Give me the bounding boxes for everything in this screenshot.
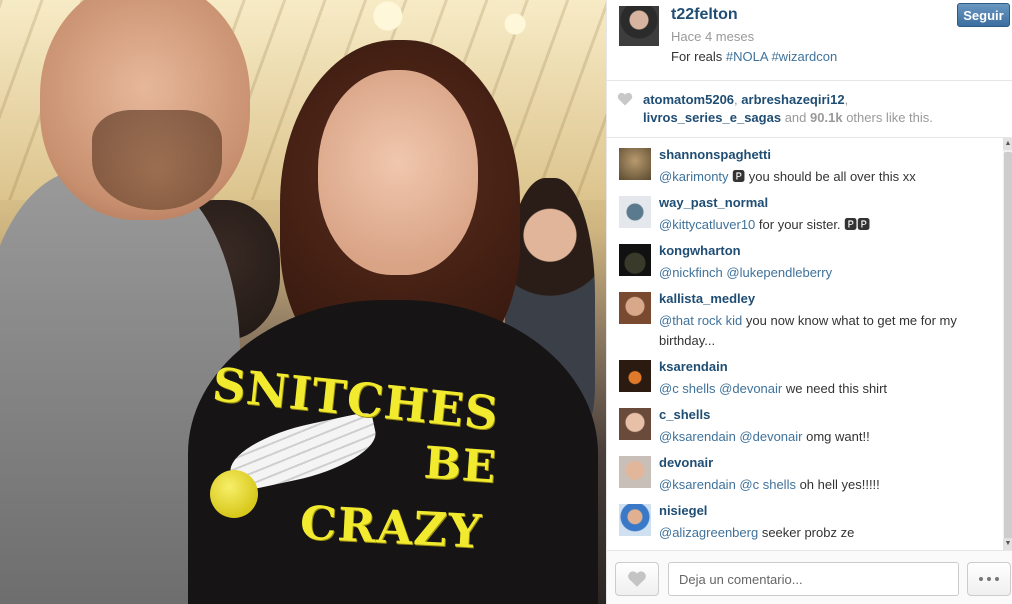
comment-text: @that rock kid you now know what to get … xyxy=(659,311,999,351)
comment-mention[interactable]: @karimonty xyxy=(659,169,729,184)
more-options-button[interactable] xyxy=(967,562,1011,596)
comment-body: 🅿 you should be all over this xx xyxy=(728,169,916,184)
comment-text: @ksarendain @c shells oh hell yes!!!!! xyxy=(659,475,999,495)
comment-body: oh hell yes!!!!! xyxy=(795,477,880,492)
comment-mention[interactable]: @alizagreenberg xyxy=(659,525,758,540)
hashtag-link[interactable]: #wizardcon xyxy=(771,49,837,64)
more-dots-icon xyxy=(979,577,983,581)
divider xyxy=(607,80,1012,81)
comment-text: @nickfinch @lukependleberry xyxy=(659,263,999,283)
likes-count[interactable]: 90.1k xyxy=(810,110,843,125)
heart-icon xyxy=(628,571,646,587)
comment-mention[interactable]: @that rock kid xyxy=(659,313,742,328)
post-timestamp: Hace 4 meses xyxy=(671,29,755,44)
author-username[interactable]: t22felton xyxy=(671,6,738,24)
scroll-up-arrow-icon[interactable]: ▲ xyxy=(1003,138,1012,150)
comment-username[interactable]: shannonspaghetti xyxy=(659,147,771,162)
likes-section: atomatom5206, arbreshazeqiri12, livros_se… xyxy=(607,82,1012,136)
comment-username[interactable]: devonair xyxy=(659,455,713,470)
comments-list: shannonspaghetti @karimonty 🅿 you should… xyxy=(607,138,1003,550)
comment-text: @kittycatluver10 for your sister. 🅿🅿 xyxy=(659,215,999,235)
comment-username[interactable]: ksarendain xyxy=(659,359,728,374)
comment-avatar[interactable] xyxy=(619,196,651,228)
comment-text: @c shells @devonair we need this shirt xyxy=(659,379,999,399)
comment-avatar[interactable] xyxy=(619,148,651,180)
post-sidebar: t22felton Hace 4 meses For reals #NOLA #… xyxy=(606,0,1012,604)
comment-avatar[interactable] xyxy=(619,504,651,536)
shirt-text-line-2: BE xyxy=(422,437,499,494)
comments-scrollbar[interactable]: ▲ ▼ xyxy=(1003,138,1012,550)
comment-avatar[interactable] xyxy=(619,292,651,324)
likes-text: atomatom5206, arbreshazeqiri12, livros_se… xyxy=(643,92,933,125)
comment-body: omg want!! xyxy=(802,429,870,444)
liker-username[interactable]: atomatom5206 xyxy=(643,92,734,107)
comment-text: @alizagreenberg seeker probz ze xyxy=(659,523,999,543)
follow-button[interactable]: Seguir xyxy=(957,3,1010,27)
scrollbar-thumb[interactable] xyxy=(1004,152,1012,542)
post-caption: For reals #NOLA #wizardcon xyxy=(671,49,837,64)
like-button[interactable] xyxy=(615,562,659,596)
photo-woman-face xyxy=(318,70,478,275)
scroll-down-arrow-icon[interactable]: ▼ xyxy=(1003,538,1012,550)
liker-username[interactable]: livros_series_e_sagas xyxy=(643,110,781,125)
hashtag-link[interactable]: #NOLA xyxy=(726,49,768,64)
comment-username[interactable]: nisiegel xyxy=(659,503,707,518)
author-avatar[interactable] xyxy=(619,6,659,46)
comment-footer xyxy=(607,550,1012,604)
comment-text: @karimonty 🅿 you should be all over this… xyxy=(659,167,999,187)
post-photo: SNITCHES BE CRAZY xyxy=(0,0,606,604)
likes-others-text: others like this. xyxy=(846,110,933,125)
snitch-ball-graphic xyxy=(210,470,258,518)
comment-avatar[interactable] xyxy=(619,408,651,440)
post-header: t22felton Hace 4 meses For reals #NOLA #… xyxy=(607,0,1012,80)
comment-avatar[interactable] xyxy=(619,244,651,276)
more-dots-icon xyxy=(995,577,999,581)
comment-text: @ksarendain @devonair omg want!! xyxy=(659,427,999,447)
comment-mention[interactable]: @kittycatluver10 xyxy=(659,217,755,232)
heart-icon xyxy=(617,92,633,106)
comment-input[interactable] xyxy=(668,562,959,596)
comment-mention[interactable]: @ksarendain @devonair xyxy=(659,429,802,444)
comment-mention[interactable]: @c shells @devonair xyxy=(659,381,782,396)
liker-username[interactable]: arbreshazeqiri12 xyxy=(741,92,844,107)
comment-username[interactable]: kongwharton xyxy=(659,243,741,258)
comment-body: we need this shirt xyxy=(782,381,888,396)
comment-body: for your sister. 🅿🅿 xyxy=(755,217,871,232)
comment-username[interactable]: way_past_normal xyxy=(659,195,768,210)
comment-username[interactable]: kallista_medley xyxy=(659,291,755,306)
comment-body: seeker probz ze xyxy=(758,525,855,540)
comment-avatar[interactable] xyxy=(619,360,651,392)
comment-mention[interactable]: @nickfinch @lukependleberry xyxy=(659,265,832,280)
comment-username[interactable]: c_shells xyxy=(659,407,710,422)
more-dots-icon xyxy=(987,577,991,581)
comment-mention[interactable]: @ksarendain @c shells xyxy=(659,477,796,492)
likes-and: and xyxy=(784,110,807,125)
photo-man-beard xyxy=(92,110,222,210)
caption-text: For reals xyxy=(671,49,726,64)
comment-avatar[interactable] xyxy=(619,456,651,488)
shirt-text-line-3: CRAZY xyxy=(298,495,484,559)
